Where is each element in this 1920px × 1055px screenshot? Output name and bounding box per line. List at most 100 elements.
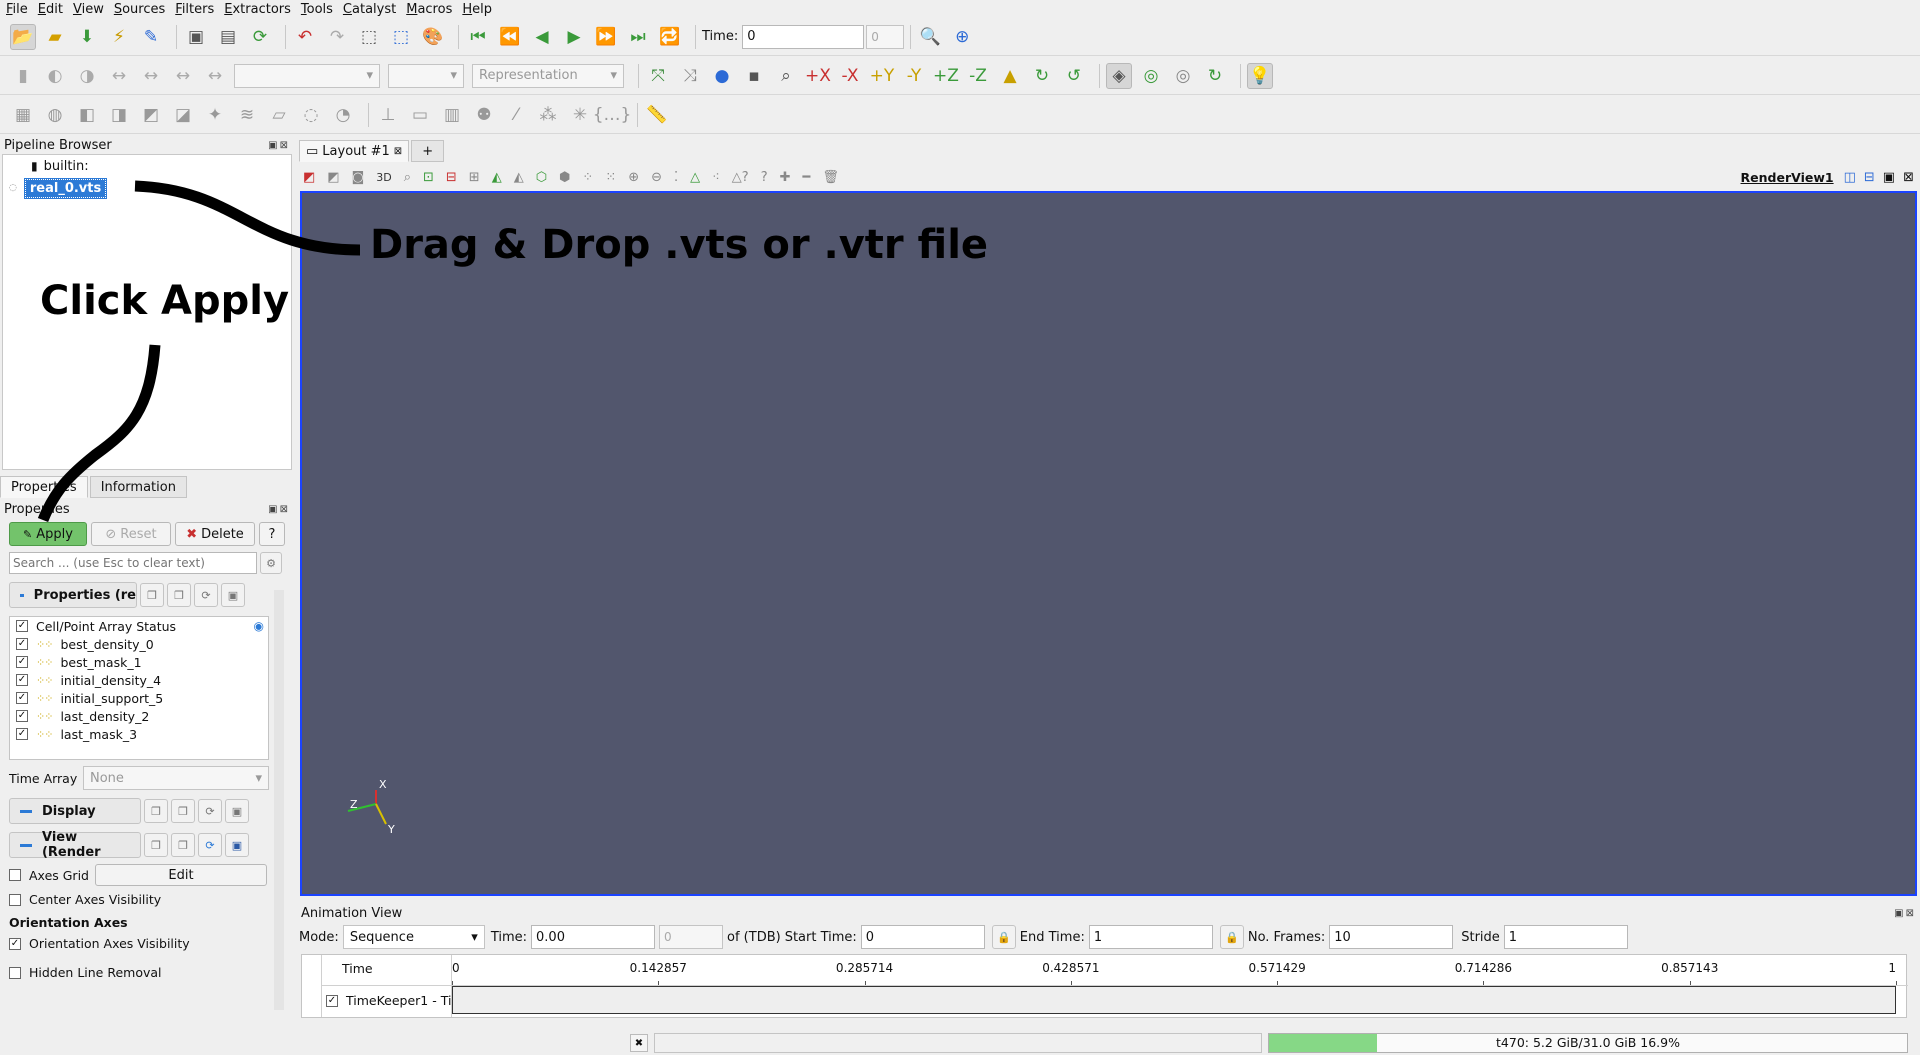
apply-button[interactable]: ✎ Apply xyxy=(9,522,87,546)
array-item[interactable]: ✓ ⁘⁘ last_density_2 xyxy=(10,707,268,725)
load-state-icon[interactable]: ▤ xyxy=(215,24,241,50)
menu-macros[interactable]: Macros xyxy=(406,2,452,17)
center-rotation-icon[interactable]: ◎ xyxy=(1138,63,1164,89)
rescale-custom-icon[interactable]: ↔ xyxy=(138,63,164,89)
clear-selection-icon[interactable]: 🗑 xyxy=(822,170,839,185)
view-plus-z-icon[interactable]: +Z xyxy=(933,63,959,89)
end-lock-icon[interactable]: 🔒 xyxy=(1219,925,1244,949)
light-kit-icon[interactable]: 💡 xyxy=(1247,62,1273,89)
last-frame-icon[interactable]: ⏭ xyxy=(625,24,651,50)
tab-layout-1[interactable]: ▭ Layout #1 ⊠ xyxy=(299,140,410,162)
calculator-icon[interactable]: ▦ xyxy=(10,102,36,128)
hover-points-icon[interactable]: ⁙ xyxy=(605,170,616,185)
zoom-closest-icon[interactable]: ● xyxy=(709,63,735,89)
array-item[interactable]: ✓ ⁘⁘ last_mask_3 xyxy=(10,725,268,743)
probe-icon[interactable]: ⁄ xyxy=(503,102,529,128)
glyph-icon[interactable]: ✦ xyxy=(202,102,228,128)
reload-icon[interactable]: ⟳ xyxy=(247,24,273,50)
select-block-icon[interactable]: ⬢ xyxy=(559,170,570,185)
extract-selection-icon[interactable]: ⁚ xyxy=(674,170,678,185)
scalar-bar-icon[interactable]: ◐ xyxy=(42,63,68,89)
stride-input[interactable]: 1 xyxy=(1503,925,1628,949)
reset-camera-icon[interactable]: ⤧ xyxy=(645,63,671,89)
split-horizontal-icon[interactable]: ◫ xyxy=(1844,170,1856,185)
macro-icon[interactable]: ✎ xyxy=(138,24,164,50)
play-icon[interactable]: ▶ xyxy=(561,24,587,50)
save-icon[interactable]: ▣ xyxy=(225,799,249,823)
axes-grid-checkbox[interactable] xyxy=(9,869,21,881)
capture-screenshot-icon[interactable]: ◩ xyxy=(327,170,339,185)
plot-data-icon[interactable]: ⚉ xyxy=(471,102,497,128)
properties-section-toggle[interactable]: Properties (re xyxy=(9,582,137,608)
histogram-icon[interactable]: ▥ xyxy=(439,102,465,128)
menu-file[interactable]: File xyxy=(6,2,28,17)
select-frustum-icon[interactable]: ◭ xyxy=(492,170,502,185)
maximize-icon[interactable]: ▣ xyxy=(1883,170,1895,185)
reset-center-icon[interactable]: ◎ xyxy=(1170,63,1196,89)
close-view-icon[interactable]: ⊠ xyxy=(1903,170,1914,185)
paste-icon[interactable]: ❐ xyxy=(171,833,195,857)
properties-scrollbar[interactable] xyxy=(274,590,284,1010)
play-backward-icon[interactable]: ◀ xyxy=(529,24,555,50)
pick-center-icon[interactable]: ↻ xyxy=(1202,63,1228,89)
connect-icon[interactable]: ⚡ xyxy=(106,24,132,50)
plot-over-line-icon[interactable]: ⊥ xyxy=(375,102,401,128)
next-frame-icon[interactable]: ⏩ xyxy=(593,24,619,50)
extract-subset-icon[interactable]: ◪ xyxy=(170,102,196,128)
rescale-visible-icon[interactable]: ↔ xyxy=(170,63,196,89)
array-item[interactable]: ✓ ⁘⁘ initial_support_5 xyxy=(10,689,268,707)
find-data-icon[interactable]: 🔍 xyxy=(917,24,943,50)
representation-select[interactable]: Representation ▾ xyxy=(472,63,624,88)
array-status-header[interactable]: ✓ Cell/Point Array Status ◉ xyxy=(10,617,268,635)
menu-catalyst[interactable]: Catalyst xyxy=(343,2,396,17)
first-frame-icon[interactable]: ⏮ xyxy=(465,24,491,50)
open-folder-icon[interactable]: 📂 xyxy=(10,23,36,50)
array-checkbox[interactable]: ✓ xyxy=(16,710,28,722)
color-by-select[interactable]: ▾ xyxy=(234,63,380,88)
time-input[interactable]: 0 xyxy=(742,24,865,49)
anim-index-spinbox[interactable]: 0 xyxy=(659,925,724,949)
tab-information[interactable]: Information xyxy=(89,476,187,498)
view-minus-z-icon[interactable]: -Z xyxy=(965,63,991,89)
menu-help[interactable]: Help xyxy=(462,2,492,17)
contour-icon[interactable]: ◍ xyxy=(42,102,68,128)
show-labels-icon[interactable]: ⁖ xyxy=(712,170,720,185)
ruler-icon[interactable]: 📏 xyxy=(644,102,670,128)
dock-controls-icon[interactable]: ▣⊠ xyxy=(268,140,290,151)
time-array-select[interactable]: None ▾ xyxy=(83,766,269,790)
refresh-icon[interactable]: ⟳ xyxy=(198,799,222,823)
pipeline-root-item[interactable]: ▮ builtin: xyxy=(3,155,291,177)
hidden-line-checkbox[interactable] xyxy=(9,966,21,979)
select-cells-icon[interactable]: ⊡ xyxy=(423,170,434,185)
add-selection-icon[interactable]: ✚ xyxy=(780,170,791,185)
undo-icon[interactable]: ↶ xyxy=(292,24,318,50)
menu-edit[interactable]: Edit xyxy=(38,2,63,17)
select-points-icon[interactable]: ⊟ xyxy=(446,170,457,185)
render-view[interactable]: X Y Z xyxy=(300,191,1917,896)
array-checkbox[interactable]: ✓ xyxy=(16,728,28,740)
view-minus-x-icon[interactable]: -X xyxy=(837,63,863,89)
component-select[interactable]: ▾ xyxy=(388,63,464,88)
label-points-icon[interactable]: △? xyxy=(732,170,749,185)
clip-icon[interactable]: ◧ xyxy=(74,102,100,128)
time-index-spinbox[interactable]: 0 xyxy=(866,24,905,49)
menu-filters[interactable]: Filters xyxy=(175,2,214,17)
filter-icon[interactable]: ◉ xyxy=(254,619,264,633)
array-checkbox[interactable]: ✓ xyxy=(16,674,28,686)
slice-icon[interactable]: ◨ xyxy=(106,102,132,128)
start-time-input[interactable]: 0 xyxy=(860,925,985,949)
threshold-icon[interactable]: ◩ xyxy=(138,102,164,128)
help-button[interactable]: ? xyxy=(259,522,285,546)
temporal-icon[interactable]: ⁂ xyxy=(535,102,561,128)
extract-level-icon[interactable]: ◔ xyxy=(330,102,356,128)
axes-grid-edit-button[interactable]: Edit xyxy=(95,864,267,886)
tab-properties[interactable]: Properties xyxy=(0,476,88,498)
color-map-icon[interactable]: ◑ xyxy=(74,63,100,89)
search-input[interactable] xyxy=(9,552,257,574)
open-icon[interactable]: ▰ xyxy=(42,24,68,50)
array-item[interactable]: ✓ ⁘⁘ initial_density_4 xyxy=(10,671,268,689)
pipeline-source-item[interactable]: ◌ real_0.vts xyxy=(3,177,291,199)
query-icon[interactable]: ⊕ xyxy=(949,24,975,50)
refresh-icon[interactable]: ⟳ xyxy=(194,583,218,607)
grow-selection-icon[interactable]: ⊕ xyxy=(628,170,639,185)
